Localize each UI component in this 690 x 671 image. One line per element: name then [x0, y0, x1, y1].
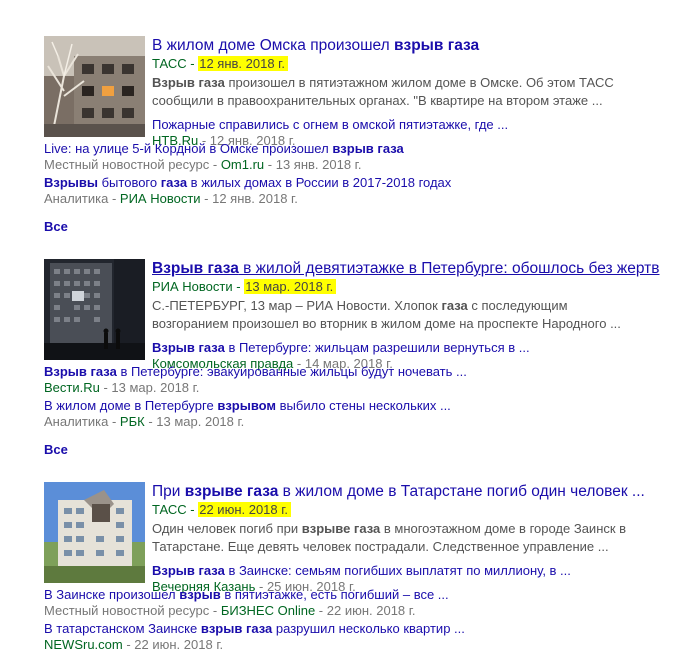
source-name[interactable]: ТАСС [152, 56, 187, 71]
source-name[interactable]: ТАСС [152, 502, 187, 517]
story-headline[interactable]: В жилом доме Омска произошел взрыв газа [152, 37, 690, 55]
related-link[interactable]: В татарстанском Заинске взрыв газа разру… [44, 621, 690, 637]
related-link[interactable]: Взрыв газа в Заинске: семьям погибших вы… [152, 563, 690, 579]
related-meta: Местный новостной ресурс - Om1.ru - 13 я… [44, 157, 362, 172]
related-meta: NEWSru.com - 22 июн. 2018 г. [44, 637, 224, 652]
story-thumbnail-petersburg[interactable] [44, 259, 145, 360]
story-source-line: ТАСС - 22 июн. 2018 г. [152, 502, 690, 518]
related-link[interactable]: В жилом доме в Петербурге взрывом выбило… [44, 398, 690, 414]
story-thumbnail-tatarstan[interactable] [44, 482, 145, 583]
story-date: 12 янв. 2018 г. [198, 56, 288, 71]
story-headline[interactable]: При взрыве газа в жилом доме в Татарстан… [152, 483, 690, 501]
story-snippet: Один человек погиб при взрыве газа в мно… [152, 521, 627, 554]
related-meta: Местный новостной ресурс - БИЗНЕС Online… [44, 603, 416, 618]
story-thumbnail-omsk[interactable] [44, 36, 145, 137]
story-source-line: РИА Новости - 13 мар. 2018 г. [152, 279, 690, 295]
all-coverage-link[interactable]: Все [44, 442, 690, 457]
related-link[interactable]: Взрыв газа в Петербурге: жильцам разреши… [152, 340, 690, 356]
related-link[interactable]: В Заинске произошел взрыв в пятиэтажке, … [44, 587, 690, 603]
all-coverage-link[interactable]: Все [44, 219, 690, 234]
story-source-line: ТАСС - 12 янв. 2018 г. [152, 56, 690, 72]
story-snippet: Взрыв газа произошел в пятиэтажном жилом… [152, 75, 614, 108]
story-snippet: С.-ПЕТЕРБУРГ, 13 мар – РИА Новости. Хлоп… [152, 298, 621, 331]
story-date: 13 мар. 2018 г. [244, 279, 337, 294]
related-meta: Аналитика - РБК - 13 мар. 2018 г. [44, 414, 245, 429]
related-meta: Аналитика - РИА Новости - 12 янв. 2018 г… [44, 191, 298, 206]
story-headline[interactable]: Взрыв газа в жилой девятиэтажке в Петерб… [152, 260, 690, 278]
related-link[interactable]: Live: на улице 5-й Кордной в Омске произ… [44, 141, 690, 157]
source-name[interactable]: РИА Новости [152, 279, 233, 294]
related-meta: Вести.Ru - 13 мар. 2018 г. [44, 380, 200, 395]
related-link[interactable]: Пожарные справились с огнем в омской пят… [152, 117, 690, 133]
related-link[interactable]: Взрыв газа в Петербурге: эвакуированные … [44, 364, 690, 380]
story-date: 22 июн. 2018 г. [198, 502, 292, 517]
related-link[interactable]: Взрывы бытового газа в жилых домах в Рос… [44, 175, 690, 191]
